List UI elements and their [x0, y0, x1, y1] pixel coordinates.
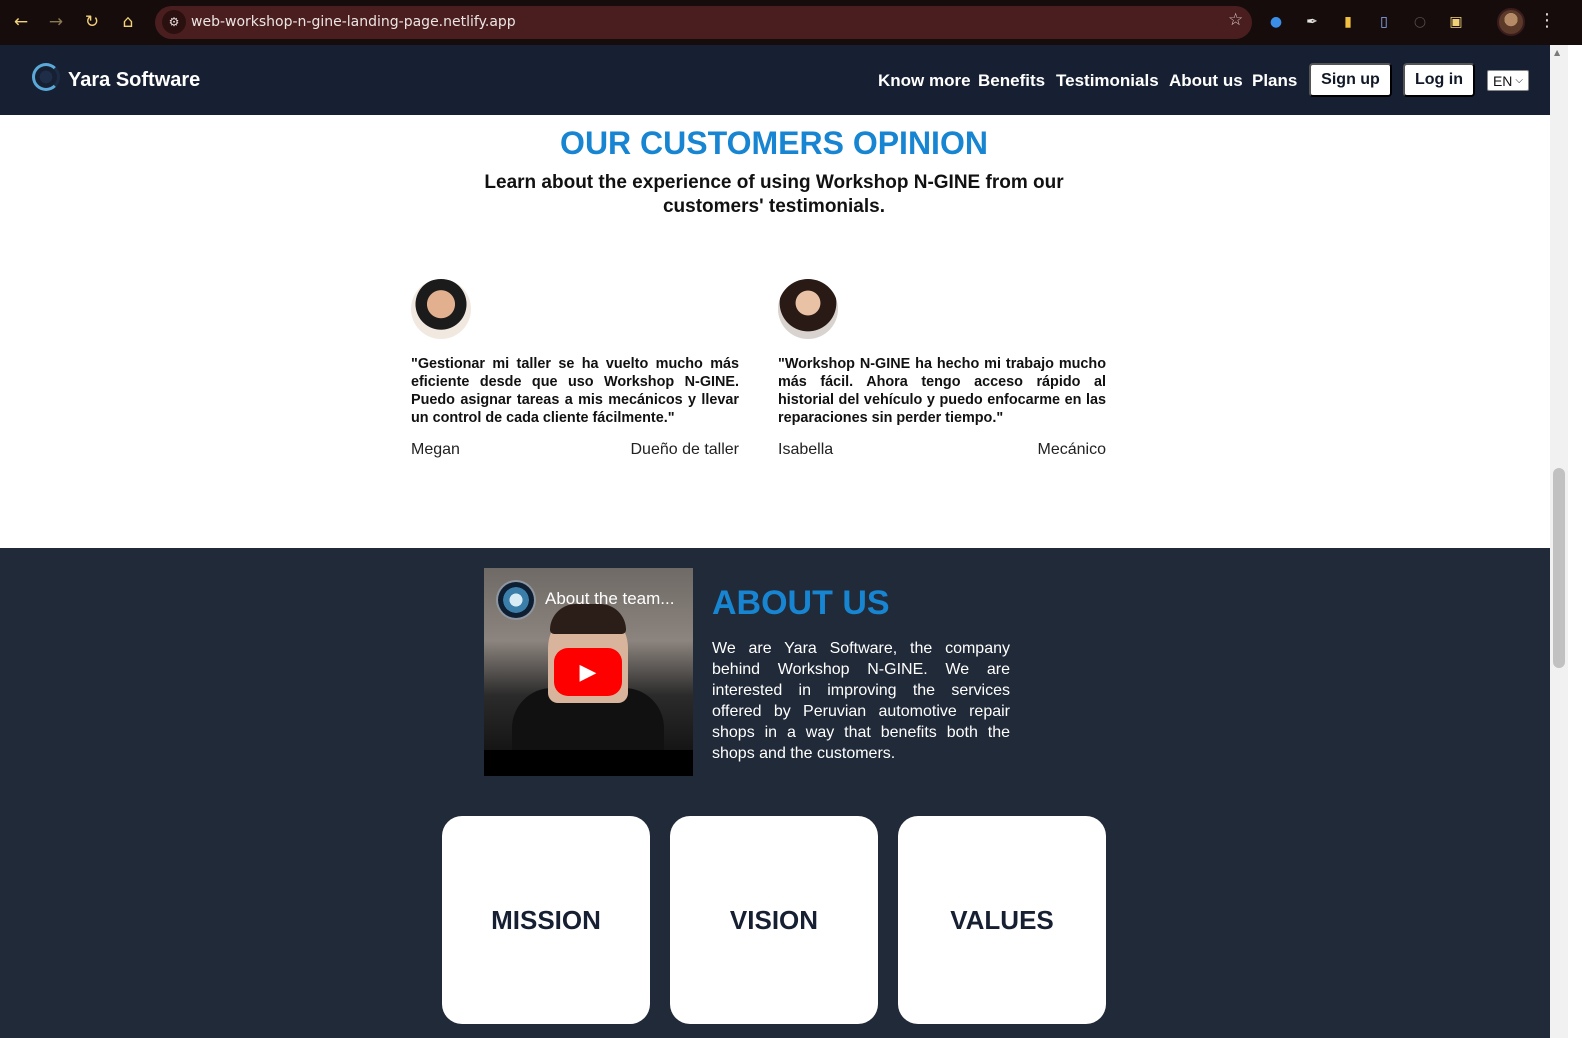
testimonial-quote: "Gestionar mi taller se ha vuelto mucho … [411, 356, 739, 426]
site-settings-icon[interactable]: ⚙ [162, 10, 186, 34]
video-title[interactable]: About the team... [545, 589, 674, 609]
extensions-puzzle-icon[interactable]: ▣ [1446, 12, 1466, 32]
home-icon[interactable]: ⌂ [116, 10, 140, 34]
nav-about-us[interactable]: About us [1169, 71, 1243, 91]
brand-logo-icon[interactable] [32, 63, 60, 91]
nav-know-more[interactable]: Know more [878, 71, 971, 91]
testimonial-name: Isabella [778, 441, 834, 458]
about-description: We are Yara Software, the company behind… [712, 640, 1010, 762]
forward-icon[interactable]: → [44, 10, 68, 34]
language-value: EN [1492, 72, 1513, 89]
scroll-up-icon[interactable]: ▲ [1554, 48, 1564, 57]
sign-up-button[interactable]: Sign up [1309, 63, 1392, 97]
nav-benefits[interactable]: Benefits [978, 71, 1045, 91]
profile-avatar[interactable] [1497, 8, 1525, 36]
browser-toolbar: ← → ↻ ⌂ ⚙ web-workshop-n-gine-landing-pa… [0, 0, 1582, 45]
chevron-down-icon: ⌵ [1515, 75, 1524, 86]
about-video-embed[interactable]: About the team... ▶ [484, 568, 693, 776]
back-icon[interactable]: ← [9, 10, 33, 34]
testimonial-quote: "Workshop N-GINE ha hecho mi trabajo muc… [778, 356, 1106, 426]
extension-dropper-icon[interactable]: ✒ [1302, 12, 1322, 32]
testimonial-role: Dueño de taller [630, 441, 739, 458]
window-edge [1568, 45, 1582, 1038]
scrollbar-thumb[interactable] [1553, 468, 1565, 668]
extension-doc-icon[interactable]: ▯ [1374, 12, 1394, 32]
testimonial-avatar-isabella [778, 279, 838, 339]
brand-name[interactable]: Yara Software [68, 69, 200, 92]
bookmark-star-icon[interactable]: ☆ [1228, 10, 1243, 30]
testimonial-role: Mecánico [1037, 441, 1106, 458]
about-section: About the team... ▶ ABOUT US We are Yara… [0, 548, 1550, 1038]
browser-menu-icon[interactable]: ⋮ [1538, 10, 1556, 31]
testimonials-subtitle: Learn about the experience of using Work… [484, 172, 1064, 217]
mission-card[interactable]: MISSION [442, 816, 650, 1024]
nav-testimonials[interactable]: Testimonials [1056, 71, 1159, 91]
vision-card[interactable]: VISION [670, 816, 878, 1024]
testimonial-avatar-megan [411, 279, 471, 339]
extension-dark-icon[interactable]: ○ [1410, 12, 1430, 32]
log-in-button[interactable]: Log in [1403, 63, 1475, 97]
reload-icon[interactable]: ↻ [80, 10, 104, 34]
extension-tag-icon[interactable]: ▮ [1338, 12, 1358, 32]
page-viewport: Yara Software Know more Benefits Testimo… [0, 45, 1550, 1038]
nav-plans[interactable]: Plans [1252, 71, 1297, 91]
channel-logo-icon[interactable] [496, 580, 536, 620]
testimonials-title: OUR CUSTOMERS OPINION [560, 125, 988, 161]
language-select[interactable]: EN ⌵ [1487, 70, 1529, 91]
testimonial-name: Megan [411, 441, 460, 458]
extension-swirl-icon[interactable]: ● [1266, 12, 1286, 32]
site-header: Yara Software Know more Benefits Testimo… [0, 45, 1550, 115]
play-icon[interactable]: ▶ [554, 648, 622, 696]
values-card[interactable]: VALUES [898, 816, 1106, 1024]
address-url[interactable]: web-workshop-n-gine-landing-page.netlify… [191, 14, 516, 30]
about-title: ABOUT US [712, 584, 890, 622]
